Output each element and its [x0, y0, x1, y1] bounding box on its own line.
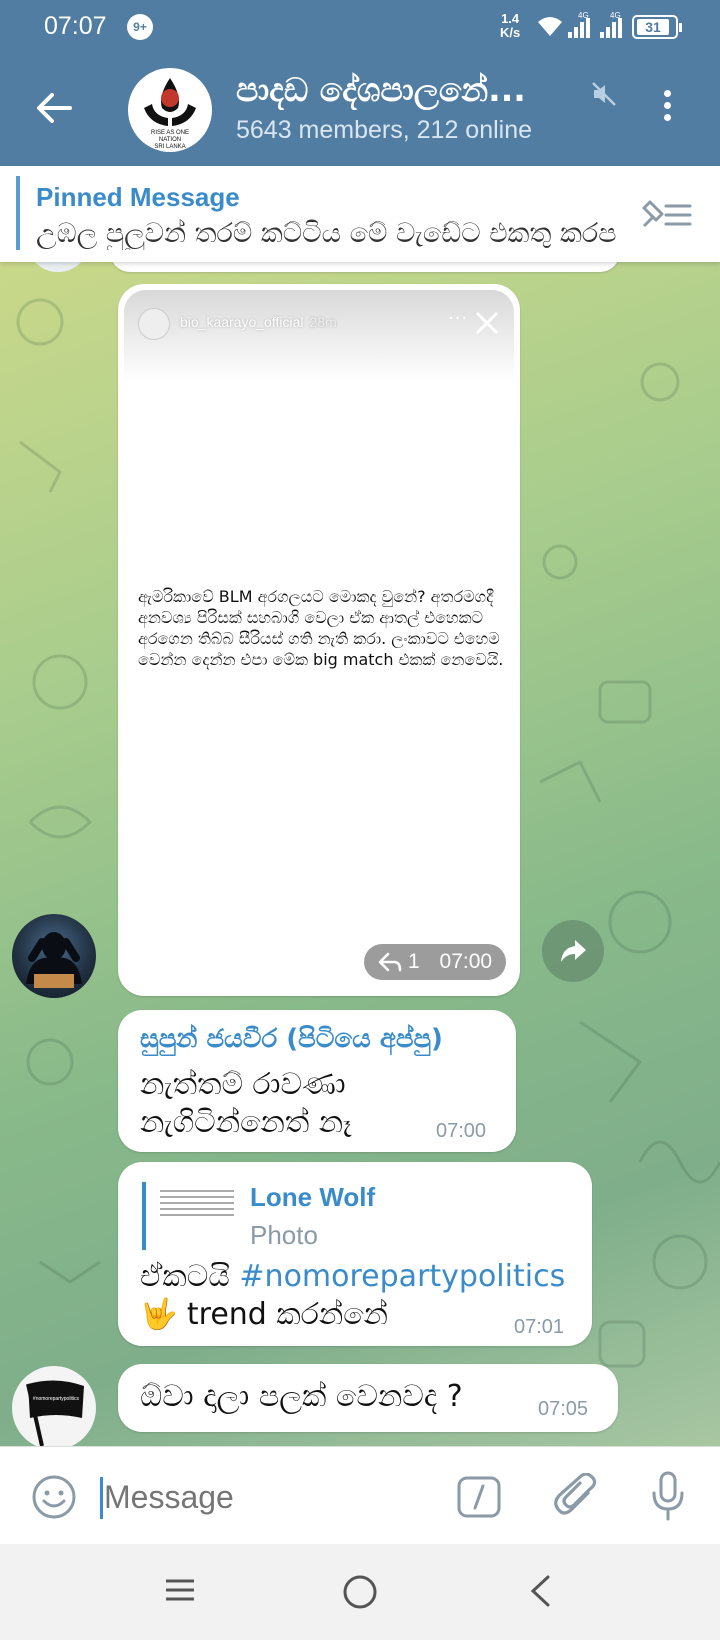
microphone-icon[interactable] [650, 1471, 686, 1521]
signal-2-icon: 4G [600, 11, 622, 38]
group-logo-icon: RISE AS ONE NATION SRI LANKA [144, 78, 196, 150]
story-screenshot[interactable]: bio_kaarayo_official 28m ··· ඇමරිකාවේ BLM… [124, 290, 514, 990]
story-header: bio_kaarayo_official 28m ··· [124, 290, 514, 382]
status-bar: 07:07 9+ 1.4 K/s 4G 4G 31 [0, 0, 720, 52]
bot-command-icon[interactable] [456, 1475, 502, 1519]
story-more-icon: ··· [448, 308, 469, 329]
pinned-list-icon[interactable] [640, 196, 694, 232]
recent-apps-icon[interactable] [164, 1574, 196, 1606]
network-speed-value: 1.4 [501, 11, 520, 26]
message-line-2: නැගිටින්නෙත් නෑ [140, 1105, 352, 1140]
wifi-icon [538, 17, 562, 36]
message-line-1: නැත්තම් රාවණා [140, 1067, 346, 1102]
message-input[interactable] [104, 1471, 424, 1523]
sender-name[interactable]: සුපුන් ජයවීර (පිටියෙ අප්පු) [140, 1024, 443, 1055]
story-close-icon [475, 311, 499, 335]
flag-text: #nomorepartypolitics [33, 1396, 80, 1402]
pinned-message-bar[interactable]: Pinned Message උඹල පුලුවන් තරම් කට්ටිය ම… [0, 166, 720, 262]
text-message-bubble[interactable]: ඕවා දාලා පලක් වෙනවද ? 07:05 [118, 1364, 618, 1432]
share-arrow-icon [561, 940, 586, 962]
story-account-name: bio_kaarayo_official [180, 314, 304, 330]
more-options-icon[interactable] [660, 90, 674, 130]
message-text: ඕවා දාලා පලක් වෙනවද ? [140, 1379, 463, 1414]
message-time: 07:01 [514, 1316, 565, 1338]
story-account: bio_kaarayo_official 28m [180, 314, 337, 330]
reply-indicator [142, 1182, 146, 1250]
app-header: 07:07 9+ 1.4 K/s 4G 4G 31 RISE AS ONE NA… [0, 0, 720, 166]
story-age: 28m [309, 314, 337, 330]
battery-level: 31 [637, 19, 669, 35]
reply-sender-name[interactable]: Lone Wolf [250, 1182, 375, 1213]
back-arrow-icon[interactable] [34, 88, 74, 128]
reply-message-bubble[interactable]: Lone Wolf Photo ඒකටයි #nomorepartypoliti… [118, 1162, 592, 1346]
home-icon[interactable] [342, 1574, 378, 1610]
reply-photo-thumbnail[interactable] [158, 1186, 236, 1242]
reply-count-badge[interactable]: 1 07:00 [364, 944, 506, 980]
emoji-icon[interactable] [30, 1473, 78, 1521]
muted-icon [592, 82, 616, 106]
status-time: 07:07 [44, 12, 107, 40]
share-button[interactable] [542, 920, 604, 982]
message-line-2: 🤟 trend කරන්නේ [140, 1296, 388, 1334]
message-line-1: ඒකටයි #nomorepartypolitics [140, 1258, 565, 1296]
hashtag-link[interactable]: #nomorepartypolitics [239, 1259, 565, 1294]
sender-avatar[interactable] [12, 914, 96, 998]
reply-count: 1 [408, 950, 420, 973]
text-message-bubble[interactable]: සුපුන් ජයවීර (පිටියෙ අප්පු) නැත්තම් රාවණ… [118, 1010, 516, 1152]
pinned-text: උඹල පුලුවන් තරම් කට්ටිය මේ වැඩේට එකතු කර… [36, 218, 616, 249]
story-caption: ඇමරිකාවේ BLM අරගලයට මොකද වුනේ? අතරමගදී අ… [138, 587, 504, 669]
text-cursor [100, 1477, 103, 1519]
previous-message-bubble[interactable] [110, 262, 620, 272]
story-account-avatar [138, 308, 170, 340]
flag-avatar-image: #nomorepartypolitics [26, 1380, 84, 1446]
member-count: 5643 members, 212 online [236, 116, 533, 144]
reply-media-type: Photo [250, 1220, 318, 1250]
attach-icon[interactable] [554, 1473, 598, 1521]
emoji: 🤟 [140, 1297, 178, 1332]
message-text-suffix: trend කරන්නේ [177, 1297, 389, 1332]
nav-back-icon[interactable] [528, 1574, 552, 1608]
pinned-indicator [16, 176, 20, 250]
group-avatar[interactable]: RISE AS ONE NATION SRI LANKA [128, 68, 212, 152]
system-nav-bar [0, 1544, 720, 1640]
pinned-label: Pinned Message [36, 182, 240, 212]
reply-arrow-icon [378, 952, 402, 972]
chat-title[interactable]: පාදඩ දේශපාලනේ... [236, 70, 586, 110]
person-avatar-image [26, 932, 82, 988]
network-speed: 1.4 K/s [500, 12, 520, 40]
message-time: 07:05 [538, 1398, 589, 1420]
message-composer [0, 1446, 720, 1544]
notification-badge: 9+ [127, 14, 153, 40]
sender-avatar[interactable]: #nomorepartypolitics [12, 1366, 96, 1446]
logo-text-1: RISE AS ONE [151, 130, 189, 136]
message-time: 07:00 [436, 1120, 487, 1142]
logo-text-2: NATION [159, 137, 181, 143]
story-message-time: 07:00 [439, 950, 493, 973]
message-text-prefix: ඒකටයි [140, 1259, 240, 1294]
battery-icon: 31 [632, 15, 682, 39]
photo-message-bubble[interactable]: bio_kaarayo_official 28m ··· ඇමරිකාවේ BLM… [118, 284, 520, 996]
network-speed-unit: K/s [500, 25, 521, 40]
chat-area[interactable]: bio_kaarayo_official 28m ··· ඇමරිකාවේ BLM… [0, 262, 720, 1446]
logo-text-3: SRI LANKA [154, 144, 185, 150]
signal-1-icon: 4G [568, 11, 590, 38]
